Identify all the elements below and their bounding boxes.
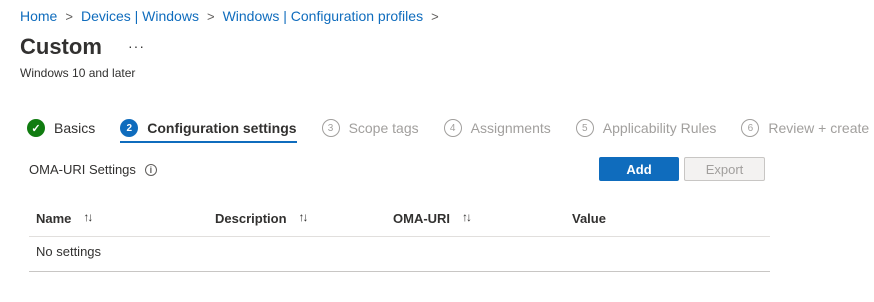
step-label: Review + create xyxy=(768,120,870,136)
oma-uri-settings-label: OMA-URI Settings i xyxy=(29,162,157,177)
column-header-description[interactable]: Description ↑↓ xyxy=(215,210,309,227)
breadcrumb-home[interactable]: Home xyxy=(20,8,57,24)
column-label: Value xyxy=(572,211,606,226)
chevron-right-icon: > xyxy=(431,8,439,24)
more-options-icon[interactable]: ··· xyxy=(128,38,145,54)
step-number-icon: 5 xyxy=(575,119,594,137)
step-label: Assignments xyxy=(470,120,551,136)
step-configuration-settings[interactable]: 2 Configuration settings xyxy=(120,117,297,143)
step-label: Applicability Rules xyxy=(602,120,717,136)
column-label: OMA-URI xyxy=(393,211,451,226)
page-title: Custom xyxy=(20,34,102,59)
empty-state-text: No settings xyxy=(36,244,102,259)
column-label: Description xyxy=(215,211,287,226)
info-icon[interactable]: i xyxy=(144,163,157,176)
step-label: Configuration settings xyxy=(147,120,297,136)
step-label: Scope tags xyxy=(348,120,419,136)
breadcrumb-devices-windows[interactable]: Devices | Windows xyxy=(81,8,199,24)
oma-uri-settings-text: OMA-URI Settings xyxy=(29,162,136,177)
export-button: Export xyxy=(684,157,765,181)
sort-icon[interactable]: ↑↓ xyxy=(83,210,93,224)
step-applicability-rules[interactable]: 5 Applicability Rules xyxy=(575,117,717,139)
step-assignments[interactable]: 4 Assignments xyxy=(443,117,551,139)
sort-icon[interactable]: ↑↓ xyxy=(462,210,472,224)
step-basics[interactable]: ✓ Basics xyxy=(27,117,95,139)
column-header-oma-uri[interactable]: OMA-URI ↑↓ xyxy=(393,210,472,227)
step-number-icon: 3 xyxy=(321,119,340,137)
sort-icon[interactable]: ↑↓ xyxy=(299,210,309,224)
oma-uri-settings-table: Name ↑↓ Description ↑↓ OMA-URI ↑↓ Value … xyxy=(29,200,770,272)
step-label: Basics xyxy=(54,120,96,136)
add-button[interactable]: Add xyxy=(599,157,679,181)
wizard-steps: ✓ Basics 2 Configuration settings 3 Scop… xyxy=(27,117,874,145)
step-review-create[interactable]: 6 Review + create xyxy=(741,117,869,139)
breadcrumb-configuration-profiles[interactable]: Windows | Configuration profiles xyxy=(223,8,424,24)
checkmark-icon: ✓ xyxy=(27,119,45,137)
column-label: Name xyxy=(36,211,72,226)
step-number-icon: 4 xyxy=(443,119,462,137)
table-body: No settings xyxy=(29,237,770,272)
chevron-right-icon: > xyxy=(206,8,215,24)
step-number-icon: 6 xyxy=(741,119,760,137)
column-header-value: Value xyxy=(572,211,606,226)
breadcrumb: Home > Devices | Windows > Windows | Con… xyxy=(20,8,447,24)
step-number-icon: 2 xyxy=(120,119,139,137)
column-header-name[interactable]: Name ↑↓ xyxy=(36,210,93,227)
step-scope-tags[interactable]: 3 Scope tags xyxy=(321,117,419,139)
page-subtitle: Windows 10 and later xyxy=(20,66,136,80)
table-header: Name ↑↓ Description ↑↓ OMA-URI ↑↓ Value xyxy=(29,200,770,237)
chevron-right-icon: > xyxy=(65,8,73,24)
